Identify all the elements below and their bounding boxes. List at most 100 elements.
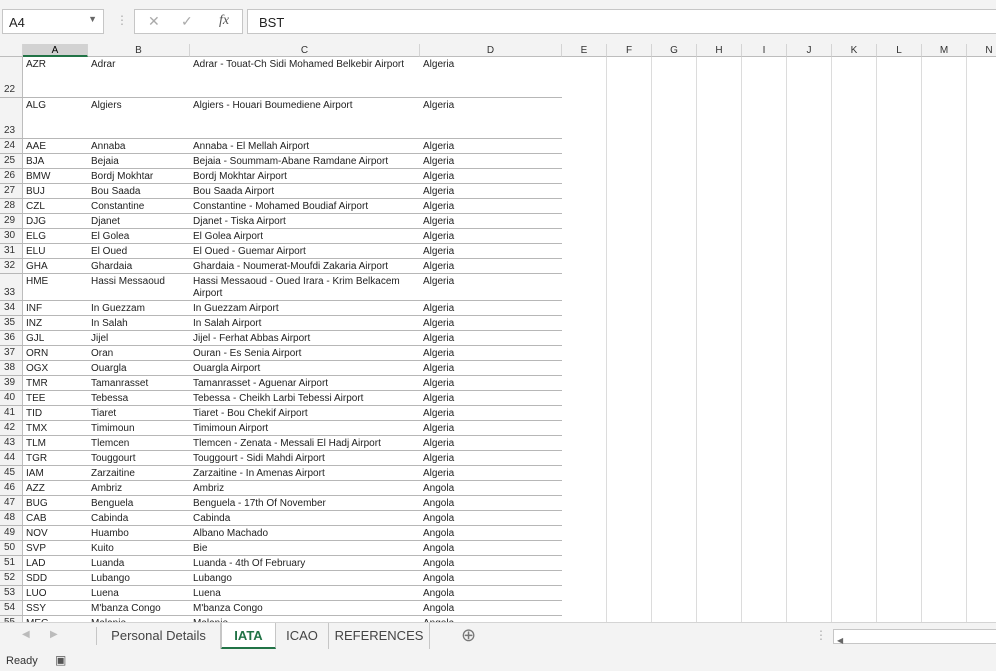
cell-b[interactable]: Hassi Messaoud	[91, 276, 165, 288]
cell-b[interactable]: Benguela	[91, 498, 133, 510]
cell-d[interactable]: Algeria	[423, 201, 454, 213]
cell-a[interactable]: ORN	[26, 348, 48, 360]
cell-b[interactable]: El Golea	[91, 231, 129, 243]
row-header[interactable]: 43	[0, 436, 23, 450]
cell-d[interactable]: Algeria	[423, 468, 454, 480]
column-header-d[interactable]: D	[420, 44, 562, 57]
column-header-b[interactable]: B	[88, 44, 190, 57]
cell-c[interactable]: Tebessa - Cheikh Larbi Tebessi Airport	[193, 393, 415, 405]
row-header[interactable]: 35	[0, 316, 23, 330]
cell-b[interactable]: In Guezzam	[91, 303, 145, 315]
cell-d[interactable]: Algeria	[423, 186, 454, 198]
macro-recording-icon[interactable]: ▣	[55, 653, 66, 667]
cell-a[interactable]: SSY	[26, 603, 46, 615]
formula-input[interactable]: BST	[247, 9, 996, 34]
cell-a[interactable]: BUJ	[26, 186, 45, 198]
cell-c[interactable]: Luanda - 4th Of February	[193, 558, 415, 570]
row-header[interactable]: 53	[0, 586, 23, 600]
cell-a[interactable]: TMX	[26, 423, 47, 435]
cell-d[interactable]: Algeria	[423, 100, 454, 112]
row-header[interactable]: 30	[0, 229, 23, 243]
row-header[interactable]: 46	[0, 481, 23, 495]
cell-c[interactable]: Algiers - Houari Boumediene Airport	[193, 100, 415, 112]
cell-b[interactable]: Kuito	[91, 543, 114, 555]
cell-c[interactable]: Bejaia - Soummam-Abane Ramdane Airport	[193, 156, 415, 168]
cell-d[interactable]: Angola	[423, 528, 454, 540]
cell-d[interactable]: Algeria	[423, 318, 454, 330]
column-header-j[interactable]: J	[787, 44, 832, 57]
column-header-m[interactable]: M	[922, 44, 967, 57]
cell-a[interactable]: NOV	[26, 528, 48, 540]
row-header[interactable]: 45	[0, 466, 23, 480]
cell-b[interactable]: Bejaia	[91, 156, 119, 168]
cell-b[interactable]: Djanet	[91, 216, 120, 228]
tab-personal-details[interactable]: Personal Details	[97, 623, 221, 649]
row-header[interactable]: 32	[0, 259, 23, 273]
row-header[interactable]: 37	[0, 346, 23, 360]
cell-c[interactable]: Benguela - 17th Of November	[193, 498, 415, 510]
row-header[interactable]: 23	[0, 98, 23, 138]
cell-d[interactable]: Angola	[423, 513, 454, 525]
cell-a[interactable]: TGR	[26, 453, 47, 465]
column-header-l[interactable]: L	[877, 44, 922, 57]
cell-c[interactable]: Bordj Mokhtar Airport	[193, 171, 415, 183]
cell-c[interactable]: Touggourt - Sidi Mahdi Airport	[193, 453, 415, 465]
cancel-icon[interactable]: ✕	[148, 13, 160, 30]
cell-a[interactable]: HME	[26, 276, 48, 288]
cell-c[interactable]: Luena	[193, 588, 415, 600]
cell-a[interactable]: ELG	[26, 231, 46, 243]
splitter-handle-icon[interactable]: ⋮	[815, 628, 827, 642]
row-header[interactable]: 50	[0, 541, 23, 555]
column-header-f[interactable]: F	[607, 44, 652, 57]
cell-a[interactable]: AAE	[26, 141, 46, 153]
cell-b[interactable]: Algiers	[91, 100, 122, 112]
column-header-e[interactable]: E	[562, 44, 607, 57]
cell-b[interactable]: Ambriz	[91, 483, 122, 495]
drag-handle-icon[interactable]: ⋮	[116, 13, 128, 27]
cell-b[interactable]: Luanda	[91, 558, 124, 570]
cell-c[interactable]: Albano Machado	[193, 528, 415, 540]
row-header[interactable]: 47	[0, 496, 23, 510]
cell-b[interactable]: Timimoun	[91, 423, 135, 435]
cell-a[interactable]: SDD	[26, 573, 47, 585]
column-header-h[interactable]: H	[697, 44, 742, 57]
cell-a[interactable]: TEE	[26, 393, 45, 405]
cell-b[interactable]: M'banza Congo	[91, 603, 161, 615]
cell-b[interactable]: Touggourt	[91, 453, 135, 465]
row-header[interactable]: 26	[0, 169, 23, 183]
cell-a[interactable]: LAD	[26, 558, 45, 570]
column-header-c[interactable]: C	[190, 44, 420, 57]
row-header[interactable]: 33	[0, 274, 23, 300]
cell-b[interactable]: Oran	[91, 348, 113, 360]
row-header[interactable]: 36	[0, 331, 23, 345]
cell-b[interactable]: Bou Saada	[91, 186, 141, 198]
scroll-right-icon[interactable]: ▶	[50, 629, 58, 640]
cell-d[interactable]: Algeria	[423, 423, 454, 435]
cell-d[interactable]: Angola	[423, 483, 454, 495]
cell-b[interactable]: Tlemcen	[91, 438, 129, 450]
cell-c[interactable]: Cabinda	[193, 513, 415, 525]
column-header-i[interactable]: I	[742, 44, 787, 57]
cell-c[interactable]: Tamanrasset - Aguenar Airport	[193, 378, 415, 390]
cell-b[interactable]: Bordj Mokhtar	[91, 171, 153, 183]
cell-c[interactable]: Constantine - Mohamed Boudiaf Airport	[193, 201, 415, 213]
cell-b[interactable]: El Oued	[91, 246, 127, 258]
row-header[interactable]: 28	[0, 199, 23, 213]
cell-c[interactable]: Tlemcen - Zenata - Messali El Hadj Airpo…	[193, 438, 415, 450]
cell-d[interactable]: Angola	[423, 588, 454, 600]
cell-a[interactable]: SVP	[26, 543, 46, 555]
cell-b[interactable]: Tamanrasset	[91, 378, 148, 390]
cell-b[interactable]: Lubango	[91, 573, 130, 585]
cell-a[interactable]: CZL	[26, 201, 45, 213]
add-sheet-icon[interactable]: ⊕	[461, 625, 476, 646]
cell-c[interactable]: El Oued - Guemar Airport	[193, 246, 415, 258]
row-header[interactable]: 52	[0, 571, 23, 585]
cell-c[interactable]: Ghardaia - Noumerat-Moufdi Zakaria Airpo…	[193, 261, 415, 273]
cell-d[interactable]: Algeria	[423, 378, 454, 390]
cell-c[interactable]: Annaba - El Mellah Airport	[193, 141, 415, 153]
cell-b[interactable]: In Salah	[91, 318, 128, 330]
spreadsheet-grid[interactable]: ABCDEFGHIJKLMN 22 AZR Adrar Adrar - Touat-C…	[0, 44, 996, 622]
cell-a[interactable]: BMW	[26, 171, 50, 183]
cell-d[interactable]: Angola	[423, 573, 454, 585]
cell-d[interactable]: Algeria	[423, 246, 454, 258]
